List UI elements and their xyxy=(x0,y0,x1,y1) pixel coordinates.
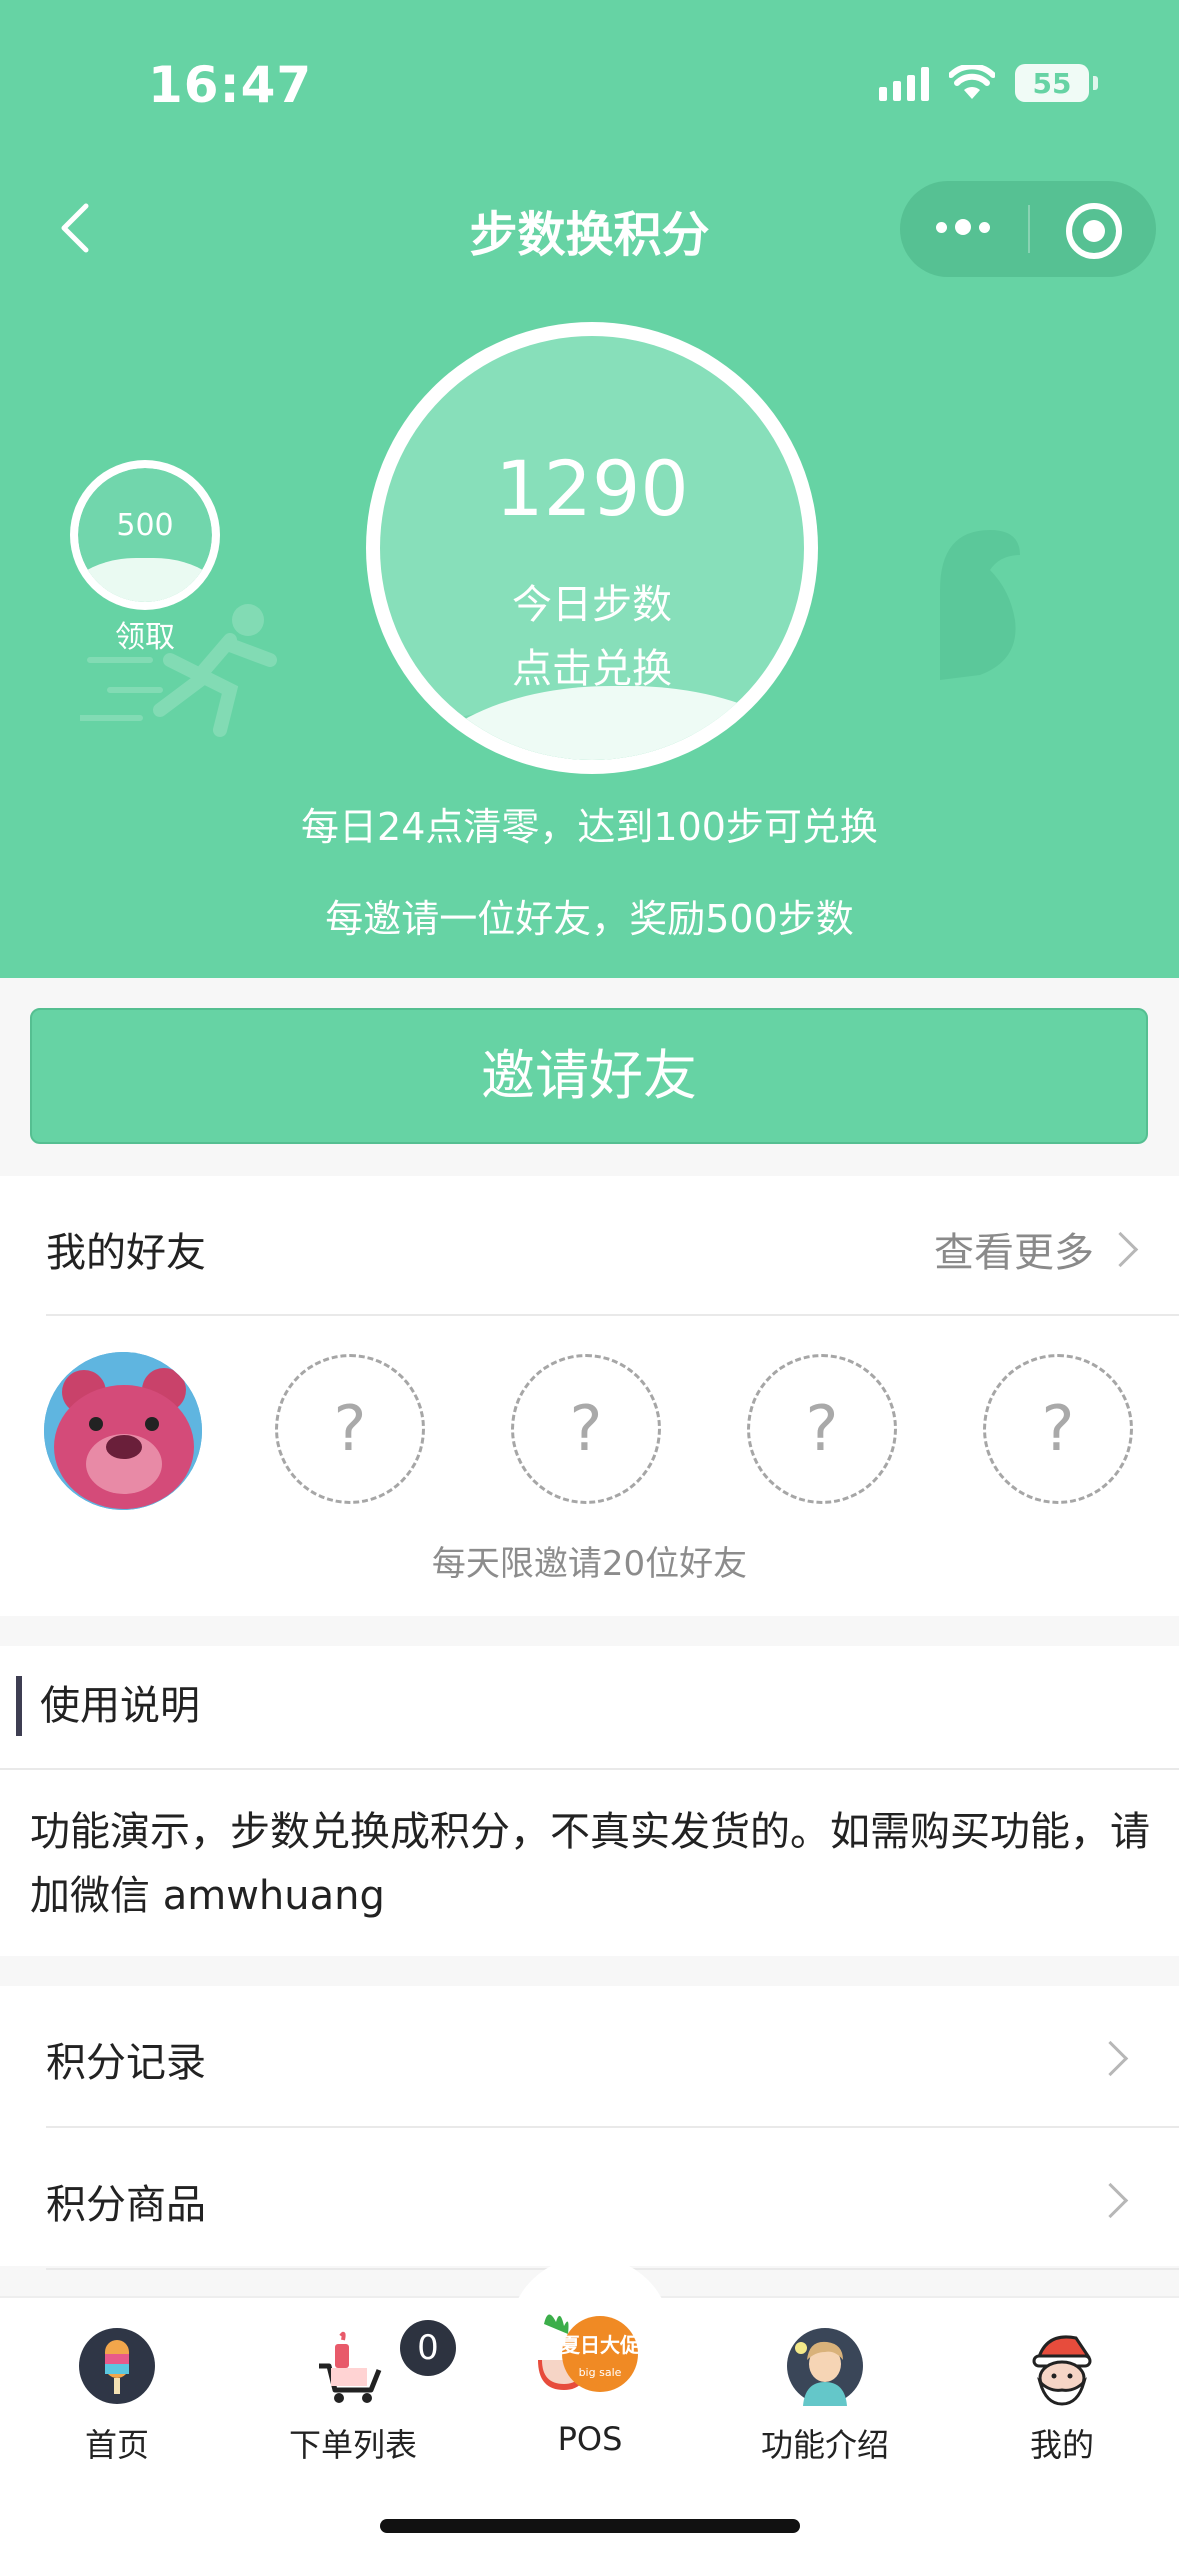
friends-title: 我的好友 xyxy=(46,1230,206,1276)
invite-friends-button[interactable]: 邀请好友 xyxy=(30,1008,1148,1144)
bonus-bubble[interactable]: 500 xyxy=(70,460,220,610)
cellular-signal-icon xyxy=(879,65,929,101)
tab-label: 功能介绍 xyxy=(760,2426,889,2464)
cart-badge: 0 xyxy=(400,2320,456,2376)
battery-icon: 55 xyxy=(1015,64,1098,102)
svg-text:big sale: big sale xyxy=(579,2366,622,2379)
tab-label: 我的 xyxy=(1029,2426,1094,2464)
empty-friend-slot[interactable]: ? xyxy=(275,1354,425,1504)
steps-value: 1290 xyxy=(495,444,689,533)
wifi-icon xyxy=(949,65,995,99)
divider xyxy=(0,1768,1179,1770)
miniprogram-capsule xyxy=(900,181,1156,277)
view-more-link[interactable]: 查看更多 xyxy=(934,1220,1139,1278)
promo-text: 夏日大促 xyxy=(560,2333,641,2357)
empty-friend-slot[interactable]: ? xyxy=(983,1354,1133,1504)
muscle-decoration-icon xyxy=(940,530,1020,680)
bonus-value: 500 xyxy=(116,508,174,543)
home-indicator xyxy=(380,2519,800,2533)
bear-avatar-icon xyxy=(44,1352,202,1510)
tab-label: POS xyxy=(557,2420,623,2458)
chevron-right-icon xyxy=(1102,1231,1139,1267)
summer-promo-icon: 夏日大促 big sale xyxy=(538,2314,641,2392)
instructions-body: 功能演示，步数兑换成积分，不真实发货的。如需购买功能，请加微信 amwhuang xyxy=(30,1809,1150,1919)
bonus-label[interactable]: 领取 xyxy=(70,612,220,656)
status-icons: 55 xyxy=(879,64,1098,102)
empty-friend-slot[interactable]: ? xyxy=(747,1354,897,1504)
tab-label: 首页 xyxy=(84,2426,149,2464)
menu-item-label: 积分商品 xyxy=(46,2182,206,2228)
empty-friend-slot[interactable]: ? xyxy=(511,1354,661,1504)
friend-avatar[interactable] xyxy=(44,1352,202,1510)
more-icon[interactable] xyxy=(936,219,990,235)
santa-icon xyxy=(1032,2335,1092,2406)
view-more-label: 查看更多 xyxy=(934,1230,1094,1276)
cart-icon xyxy=(319,2331,382,2403)
reset-note: 每日24点清零，达到100步可兑换 xyxy=(301,805,878,849)
status-time: 16:47 xyxy=(148,56,313,114)
redeem-label: 点击兑换 xyxy=(512,646,672,692)
divider xyxy=(46,1314,1179,1316)
close-target-icon[interactable] xyxy=(1066,203,1122,259)
instructions-title: 使用说明 xyxy=(16,1676,200,1736)
invite-limit-text: 每天限邀请20位好友 xyxy=(431,1544,748,1584)
person-icon xyxy=(787,2328,863,2406)
menu-item-label: 积分记录 xyxy=(46,2040,206,2086)
tab-label: 下单列表 xyxy=(288,2426,417,2464)
invite-reward-note: 每邀请一位好友，奖励500步数 xyxy=(325,897,854,941)
steps-label: 今日步数 xyxy=(512,582,672,628)
steps-circle[interactable]: 1290 今日步数 点击兑换 xyxy=(366,322,818,774)
popsicle-icon xyxy=(79,2328,155,2404)
